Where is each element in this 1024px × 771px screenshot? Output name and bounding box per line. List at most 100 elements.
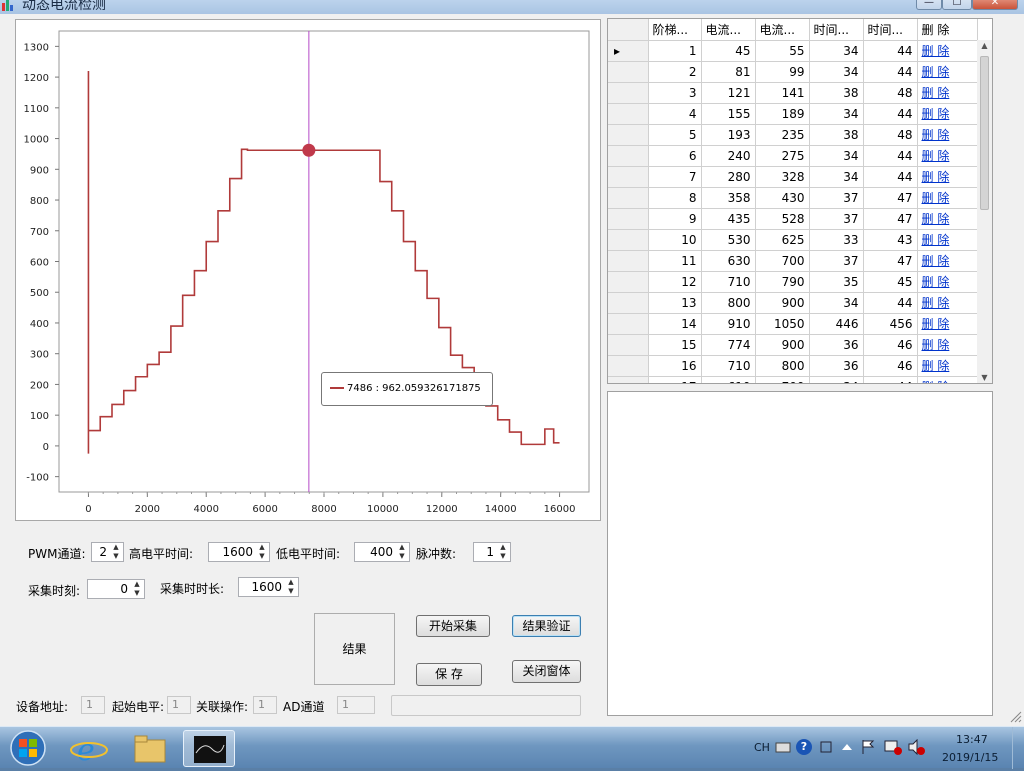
delete-row-link[interactable]: 删 除 (922, 212, 950, 226)
table-cell[interactable]: 36 (809, 334, 864, 356)
delete-row-link[interactable]: 删 除 (922, 233, 950, 247)
table-cell[interactable]: 1050 (755, 313, 810, 335)
verify-result-button[interactable]: 结果验证 (512, 615, 581, 637)
delete-row-link[interactable]: 删 除 (922, 359, 950, 373)
table-cell[interactable]: 141 (755, 82, 810, 104)
table-cell[interactable]: 5 (648, 124, 702, 146)
table-cell[interactable]: 38 (809, 124, 864, 146)
table-cell[interactable]: 275 (755, 145, 810, 167)
sample-duration-stepper[interactable]: 1600 ▲ ▼ (238, 577, 299, 597)
table-cell[interactable]: 47 (863, 208, 918, 230)
table-row[interactable]: 10 530 625 33 43 删 除 (608, 229, 978, 251)
stepper-arrows[interactable]: ▲ ▼ (255, 543, 269, 561)
row-header[interactable] (608, 271, 649, 293)
table-cell[interactable]: 48 (863, 82, 918, 104)
keyboard-icon[interactable] (775, 740, 791, 754)
table-cell[interactable]: 34 (809, 292, 864, 314)
table-cell[interactable]: 17 (648, 376, 702, 383)
grid-scrollbar[interactable]: ▲ ▼ (977, 40, 992, 383)
taskbar-ie-icon[interactable]: e (63, 730, 115, 768)
delete-row-link[interactable]: 删 除 (922, 128, 950, 142)
close-form-button[interactable]: 关闭窗体 (512, 660, 581, 683)
delete-row-link[interactable]: 删 除 (922, 317, 950, 331)
row-header[interactable] (608, 166, 649, 188)
table-cell[interactable]: 800 (755, 355, 810, 377)
down-arrow-icon[interactable]: ▼ (395, 552, 409, 561)
table-cell[interactable]: 46 (863, 334, 918, 356)
result-button[interactable]: 结果 (314, 613, 395, 685)
column-header-current-1[interactable]: 电流... (701, 19, 756, 41)
table-cell[interactable]: 47 (863, 187, 918, 209)
table-cell[interactable]: 456 (863, 313, 918, 335)
stepper-arrows[interactable]: ▲ ▼ (284, 578, 298, 596)
table-cell[interactable]: 774 (701, 334, 756, 356)
stepper-arrows[interactable]: ▲ ▼ (130, 580, 144, 598)
row-header[interactable] (608, 124, 649, 146)
row-header[interactable]: ▸ (608, 40, 649, 62)
table-row[interactable]: 4 155 189 34 44 删 除 (608, 103, 978, 125)
down-arrow-icon[interactable]: ▼ (255, 552, 269, 561)
table-cell[interactable]: 45 (863, 271, 918, 293)
stepper-arrows[interactable]: ▲ ▼ (109, 543, 123, 561)
table-cell[interactable]: 710 (701, 355, 756, 377)
table-row[interactable]: 13 800 900 34 44 删 除 (608, 292, 978, 314)
table-cell[interactable]: 280 (701, 166, 756, 188)
result-text-panel[interactable] (607, 391, 993, 716)
table-cell[interactable]: 36 (809, 355, 864, 377)
table-cell[interactable]: 9 (648, 208, 702, 230)
table-cell[interactable]: 34 (809, 145, 864, 167)
start-button[interactable] (0, 728, 56, 766)
row-header[interactable] (608, 145, 649, 167)
down-arrow-icon[interactable]: ▼ (130, 589, 144, 598)
ad-channel-field[interactable]: 1 (337, 696, 375, 714)
table-row[interactable]: 7 280 328 34 44 删 除 (608, 166, 978, 188)
table-cell[interactable]: 16 (648, 355, 702, 377)
delete-row-link[interactable]: 删 除 (922, 149, 950, 163)
scroll-down-icon[interactable]: ▼ (977, 373, 992, 382)
table-cell[interactable]: 34 (809, 376, 864, 383)
table-cell[interactable]: 328 (755, 166, 810, 188)
low-level-time-stepper[interactable]: 400 ▲ ▼ (354, 542, 410, 562)
table-cell[interactable]: 7 (648, 166, 702, 188)
table-cell[interactable]: 910 (701, 313, 756, 335)
table-cell[interactable]: 37 (809, 187, 864, 209)
delete-row-link[interactable]: 删 除 (922, 86, 950, 100)
table-cell[interactable]: 45 (701, 40, 756, 62)
delete-row-link[interactable]: 删 除 (922, 254, 950, 268)
table-cell[interactable]: 530 (701, 229, 756, 251)
current-chart[interactable]: -100 0 100 200 300 400 500 600 700 800 900 1000 1100… (15, 19, 601, 521)
table-cell[interactable]: 13 (648, 292, 702, 314)
delete-row-link[interactable]: 删 除 (922, 275, 950, 289)
down-arrow-icon[interactable]: ▼ (109, 552, 123, 561)
table-cell[interactable]: 700 (755, 250, 810, 272)
table-row[interactable]: 11 630 700 37 47 删 除 (608, 250, 978, 272)
row-header[interactable] (608, 82, 649, 104)
table-cell[interactable]: 435 (701, 208, 756, 230)
table-cell[interactable]: 44 (863, 292, 918, 314)
up-arrow-icon[interactable]: ▲ (255, 543, 269, 552)
table-cell[interactable]: 189 (755, 103, 810, 125)
delete-row-link[interactable]: 删 除 (922, 191, 950, 205)
table-cell[interactable]: 44 (863, 376, 918, 383)
table-cell[interactable]: 44 (863, 166, 918, 188)
table-row[interactable]: 16 710 800 36 46 删 除 (608, 355, 978, 377)
ime-settings-icon[interactable] (818, 739, 834, 755)
table-cell[interactable]: 6 (648, 145, 702, 167)
down-arrow-icon[interactable]: ▼ (284, 587, 298, 596)
device-address-field[interactable]: 1 (81, 696, 105, 714)
table-cell[interactable]: 44 (863, 61, 918, 83)
table-cell[interactable]: 121 (701, 82, 756, 104)
row-header[interactable] (608, 355, 649, 377)
column-header-step[interactable]: 阶梯... (648, 19, 702, 41)
table-cell[interactable]: 44 (863, 40, 918, 62)
table-cell[interactable]: 37 (809, 250, 864, 272)
table-cell[interactable]: 34 (809, 103, 864, 125)
down-arrow-icon[interactable]: ▼ (496, 552, 510, 561)
pulse-count-stepper[interactable]: 1 ▲ ▼ (473, 542, 511, 562)
table-cell[interactable]: 34 (809, 166, 864, 188)
table-cell[interactable]: 3 (648, 82, 702, 104)
network-icon[interactable] (884, 739, 902, 755)
table-cell[interactable]: 44 (863, 145, 918, 167)
maximize-button[interactable]: ☐ (942, 0, 972, 10)
delete-row-link[interactable]: 删 除 (922, 296, 950, 310)
